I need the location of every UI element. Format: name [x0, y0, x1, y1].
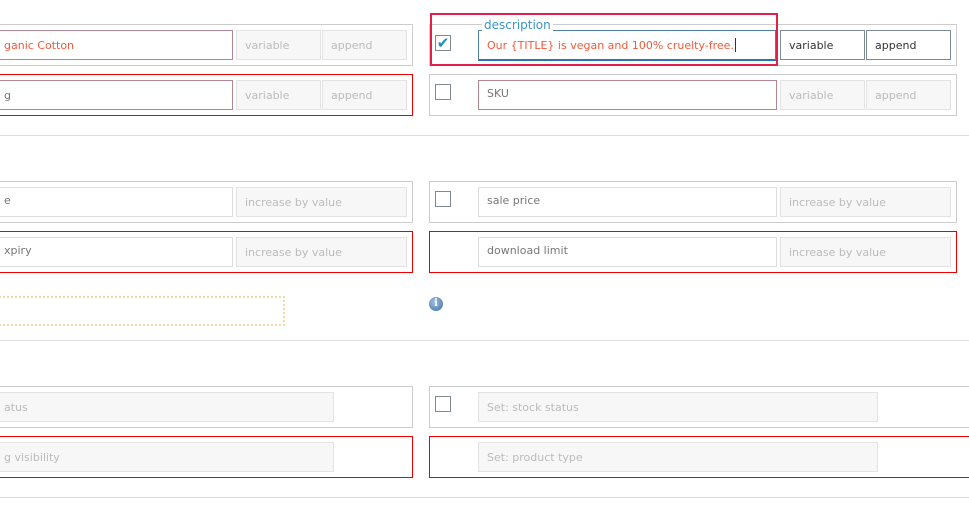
sku-action-select[interactable]: append	[866, 80, 951, 110]
product-type-select[interactable]: Set: product type	[478, 442, 878, 472]
sale-price-input[interactable]: sale price	[478, 187, 777, 217]
sale-price-checkbox[interactable]	[435, 191, 451, 207]
expiry-action-select[interactable]: increase by value	[236, 237, 407, 267]
text-cursor	[734, 38, 736, 52]
title-mode-select[interactable]: variable	[236, 30, 321, 60]
sale-price-action-select[interactable]: increase by value	[780, 187, 951, 217]
price-input[interactable]: e	[0, 187, 233, 217]
slug-action-select[interactable]: append	[322, 80, 407, 110]
section-divider	[0, 340, 969, 341]
stock-status-checkbox[interactable]	[435, 396, 451, 412]
title-input[interactable]: ganic Cotton	[0, 30, 233, 60]
price-action-select[interactable]: increase by value	[236, 187, 407, 217]
title-action-select[interactable]: append	[322, 30, 407, 60]
slug-input[interactable]: g	[0, 80, 233, 110]
sku-checkbox[interactable]	[435, 84, 451, 100]
checkmark-icon: ✔	[436, 33, 450, 52]
description-action-select[interactable]: append	[866, 30, 951, 60]
description-value: Our {TITLE} is vegan and 100% cruelty-fr…	[487, 38, 734, 52]
stock-status-left-select[interactable]: atus	[0, 392, 334, 422]
description-mode-select[interactable]: variable	[780, 30, 865, 60]
expiry-input[interactable]: xpiry	[0, 237, 233, 267]
info-icon[interactable]: i	[429, 297, 443, 311]
description-legend: description	[482, 18, 553, 32]
drop-zone[interactable]	[0, 296, 285, 326]
download-limit-input[interactable]: download limit	[478, 237, 777, 267]
sku-input[interactable]: SKU	[478, 80, 777, 110]
visibility-select[interactable]: g visibility	[0, 442, 334, 472]
sku-mode-select[interactable]: variable	[780, 80, 865, 110]
description-checkbox[interactable]: ✔	[435, 35, 451, 51]
download-limit-action-select[interactable]: increase by value	[780, 237, 951, 267]
section-divider	[0, 497, 969, 498]
slug-mode-select[interactable]: variable	[236, 80, 321, 110]
section-divider	[0, 135, 969, 136]
stock-status-select[interactable]: Set: stock status	[478, 392, 878, 422]
description-input[interactable]: Our {TITLE} is vegan and 100% cruelty-fr…	[478, 30, 776, 61]
